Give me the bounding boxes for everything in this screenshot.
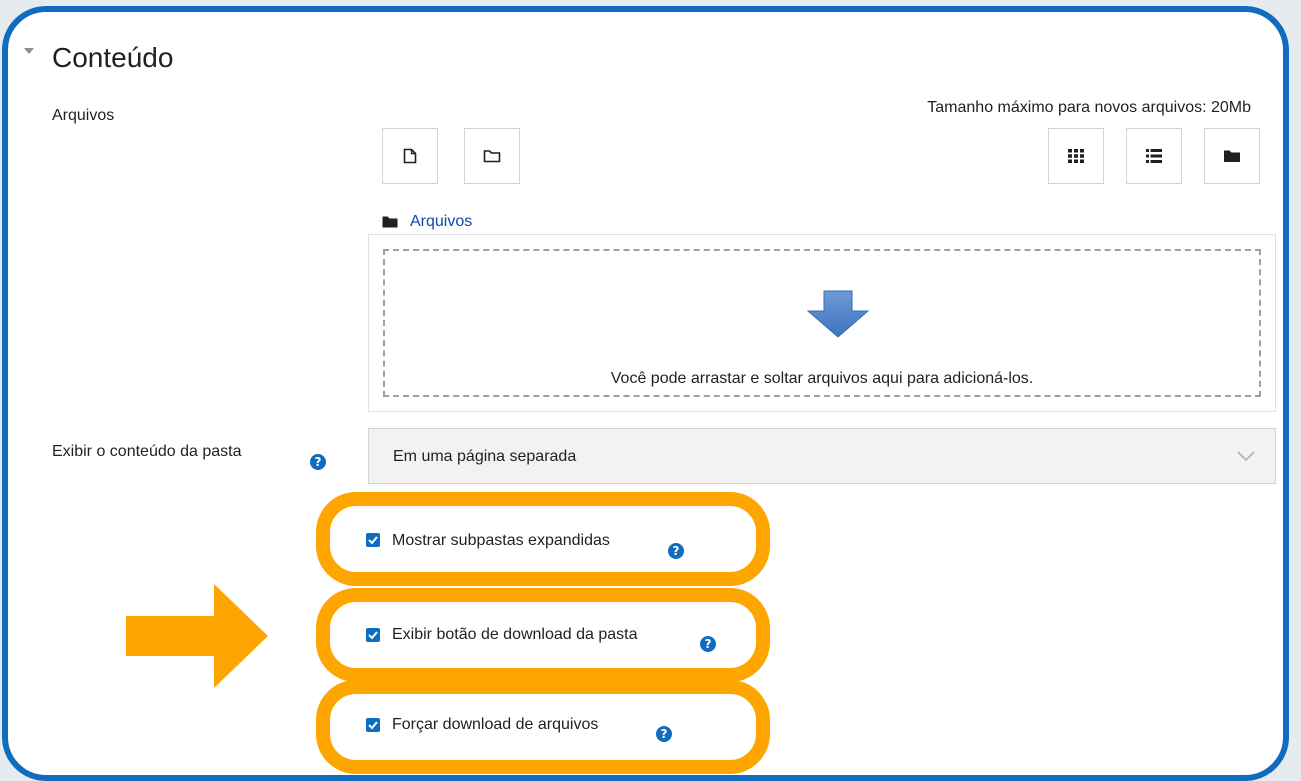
path-root-link[interactable]: Arquivos [410, 213, 472, 231]
show-expanded-checkbox[interactable] [366, 533, 380, 547]
pointer-arrow-icon [126, 584, 268, 688]
force-download-help-icon[interactable]: ? [656, 726, 672, 742]
show-download-button-label[interactable]: Exibir botão de download da pasta [392, 624, 638, 646]
file-path-breadcrumb: Arquivos [382, 210, 472, 234]
folder-tree-icon [1224, 150, 1240, 162]
view-list-button[interactable] [1126, 128, 1182, 184]
display-content-label: Exibir o conteúdo da pasta [52, 443, 242, 460]
create-folder-icon [483, 150, 501, 163]
show-download-button-checkbox[interactable] [366, 628, 380, 642]
max-file-size-text: Tamanho máximo para novos arquivos: 20Mb [927, 99, 1251, 116]
show-expanded-label[interactable]: Mostrar subpastas expandidas [392, 530, 610, 552]
files-label: Arquivos [52, 107, 115, 124]
list-view-icon [1146, 149, 1162, 163]
display-help-icon[interactable]: ? [310, 454, 326, 470]
view-tree-button[interactable] [1204, 128, 1260, 184]
folder-icon [382, 216, 398, 228]
show-expanded-help-icon[interactable]: ? [668, 543, 684, 559]
grid-view-icon [1068, 149, 1084, 163]
show-download-button-help-icon[interactable]: ? [700, 636, 716, 652]
add-file-icon [403, 148, 417, 164]
display-content-selected-value: Em uma página separada [393, 448, 577, 465]
checkmark-icon [368, 631, 378, 640]
content-section-frame: Conteúdo Arquivos Tamanho máximo para no… [2, 6, 1289, 781]
force-download-label[interactable]: Forçar download de arquivos [392, 714, 598, 736]
display-content-select[interactable]: Em uma página separada [368, 428, 1276, 484]
view-icons-button[interactable] [1048, 128, 1104, 184]
force-download-checkbox[interactable] [366, 718, 380, 732]
checkmark-icon [368, 721, 378, 730]
drop-zone-text: Você pode arrastar e soltar arquivos aqu… [610, 370, 1034, 387]
add-file-button[interactable] [382, 128, 438, 184]
drop-arrow-icon [806, 290, 870, 338]
file-drop-zone[interactable]: Você pode arrastar e soltar arquivos aqu… [368, 234, 1276, 412]
checkmark-icon [368, 536, 378, 545]
section-collapse-icon[interactable] [24, 48, 34, 54]
create-folder-button[interactable] [464, 128, 520, 184]
chevron-down-icon [1237, 451, 1255, 462]
section-title: Conteúdo [52, 42, 174, 73]
drop-zone-dashed-border: Você pode arrastar e soltar arquivos aqu… [383, 249, 1261, 397]
